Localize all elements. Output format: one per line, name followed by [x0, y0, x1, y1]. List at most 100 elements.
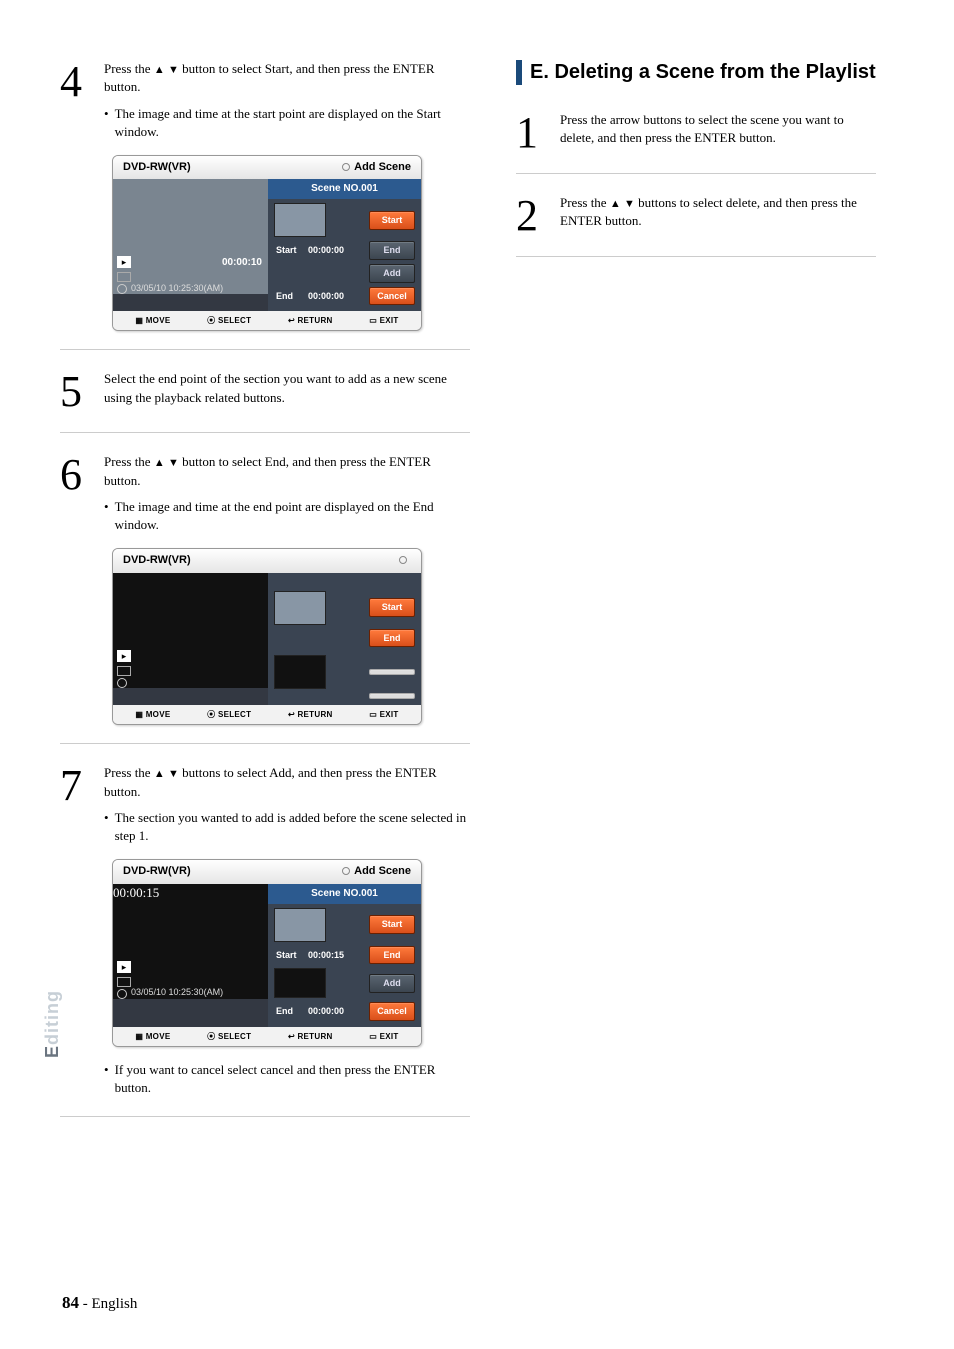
- start-button[interactable]: Start: [369, 211, 415, 230]
- start-time: 00:00:15: [308, 949, 350, 962]
- clock-icon: [117, 989, 127, 999]
- footer-return: ↩ RETURN: [288, 709, 333, 720]
- stop-icon: [117, 977, 131, 987]
- end-button[interactable]: End: [369, 629, 415, 648]
- start-button[interactable]: Start: [369, 598, 415, 617]
- preview-time: 00:00:15: [113, 884, 268, 902]
- ss-header-left: DVD-RW(VR): [123, 864, 191, 879]
- step7-bullet: The section you wanted to add is added b…: [104, 809, 470, 845]
- footer-return: ↩ RETURN: [288, 315, 333, 326]
- page-footer: 84 - English: [62, 1293, 137, 1313]
- stop-icon: [117, 666, 131, 676]
- section-heading: E. Deleting a Scene from the Playlist: [516, 60, 876, 85]
- ss-header-left: DVD-RW(VR): [123, 160, 191, 175]
- preview-time: 00:00:10: [222, 256, 262, 270]
- end-label: End: [274, 1005, 302, 1018]
- footer-exit: ▭ EXIT: [369, 709, 398, 720]
- footer-exit-label: EXIT: [380, 710, 399, 719]
- screenshot-add-scene-added: DVD-RW(VR) Add Scene ▸ 00:00:15 03/05/10…: [112, 859, 422, 1047]
- clock-icon: [117, 678, 127, 688]
- text-fragment: Press the: [104, 61, 154, 76]
- footer-exit: ▭ EXIT: [369, 1031, 398, 1042]
- step-number-2: 2: [516, 194, 546, 238]
- start-label: Start: [274, 949, 302, 962]
- footer-select-label: SELECT: [218, 710, 251, 719]
- screenshot-end-point: DVD-RW(VR) ▸: [112, 548, 422, 725]
- footer-move: ▦ MOVE: [135, 709, 170, 720]
- ss-header-left: DVD-RW(VR): [123, 553, 191, 568]
- arrow-down-icon: ▼: [624, 198, 635, 210]
- text-fragment: Press the: [560, 195, 610, 210]
- sidebar-first-letter: E: [42, 1045, 62, 1058]
- end-time: 00:00:00: [308, 1005, 350, 1018]
- step4-text: Press the ▲ ▼ button to select Start, an…: [104, 60, 470, 97]
- bullet-text: The section you wanted to add is added b…: [115, 809, 470, 845]
- stop-icon: [117, 272, 131, 282]
- arrow-up-icon: ▲: [154, 768, 165, 780]
- thumbnail-start: [274, 908, 326, 942]
- footer-select: ⦿ SELECT: [207, 315, 251, 326]
- preview-pane: ▸: [113, 573, 268, 688]
- step5-text: Select the end point of the section you …: [104, 370, 470, 414]
- ss-header-right-wrap: Add Scene: [342, 160, 411, 175]
- cancel-button[interactable]: Cancel: [369, 287, 415, 306]
- footer-select-label: SELECT: [218, 1032, 251, 1041]
- start-label: Start: [274, 244, 302, 257]
- preview-pane: ▸ 00:00:10 03/05/10 10:25:30(AM): [113, 179, 268, 294]
- step7-bullet2: If you want to cancel select cancel and …: [104, 1061, 470, 1097]
- start-button[interactable]: Start: [369, 915, 415, 934]
- footer-return-label: RETURN: [297, 316, 332, 325]
- play-icon: ▸: [117, 256, 131, 268]
- ss-header: DVD-RW(VR) Add Scene: [113, 156, 421, 179]
- footer-exit: ▭ EXIT: [369, 315, 398, 326]
- sidebar-section-label: Editing: [42, 990, 63, 1058]
- thumbnail-start: [274, 203, 326, 237]
- step-number-7: 7: [60, 764, 90, 1097]
- step6-bullet: The image and time at the end point are …: [104, 498, 470, 534]
- bullet-text: If you want to cancel select cancel and …: [115, 1061, 470, 1097]
- thumbnail-end: [274, 655, 326, 689]
- step-number-5: 5: [60, 370, 90, 414]
- add-button[interactable]: Add: [369, 974, 415, 993]
- ss-header: DVD-RW(VR) Add Scene: [113, 860, 421, 883]
- ss-footer: ▦ MOVE ⦿ SELECT ↩ RETURN ▭ EXIT: [113, 705, 421, 724]
- preview-date: 03/05/10 10:25:30(AM): [131, 282, 223, 295]
- scene-number: Scene NO.001: [268, 884, 421, 904]
- end-button[interactable]: End: [369, 946, 415, 965]
- end-button[interactable]: End: [369, 241, 415, 260]
- play-icon: ▸: [117, 650, 131, 662]
- arrow-up-icon: ▲: [154, 64, 165, 76]
- text-fragment: Press the: [104, 765, 154, 780]
- footer-exit-label: EXIT: [380, 316, 399, 325]
- add-button[interactable]: Add: [369, 264, 415, 283]
- arrow-up-icon: ▲: [610, 198, 621, 210]
- circle-icon: [342, 163, 350, 171]
- section-bar-icon: [516, 60, 522, 85]
- footer-move-label: MOVE: [146, 316, 171, 325]
- sidebar-rest: diting: [42, 990, 62, 1045]
- step-number-6: 6: [60, 453, 90, 725]
- step-1: 1 Press the arrow buttons to select the …: [516, 111, 876, 174]
- ss-header-right-wrap: [399, 553, 411, 568]
- bullet-text: The image and time at the start point ar…: [115, 105, 470, 141]
- step4-bullet: The image and time at the start point ar…: [104, 105, 470, 141]
- footer-language: English: [92, 1296, 138, 1312]
- placeholder-button: [369, 693, 415, 699]
- cancel-button[interactable]: Cancel: [369, 1002, 415, 1021]
- end-label: End: [274, 290, 302, 303]
- step6-text: Press the ▲ ▼ button to select End, and …: [104, 453, 470, 490]
- ss-footer: ▦ MOVE ⦿ SELECT ↩ RETURN ▭ EXIT: [113, 1027, 421, 1046]
- footer-dash: -: [79, 1296, 92, 1312]
- footer-move-label: MOVE: [146, 1032, 171, 1041]
- ss-header-right: Add Scene: [354, 161, 411, 173]
- arrow-down-icon: ▼: [168, 64, 179, 76]
- arrow-up-icon: ▲: [154, 457, 165, 469]
- step-number-4: 4: [60, 60, 90, 331]
- step-2: 2 Press the ▲ ▼ buttons to select delete…: [516, 194, 876, 257]
- footer-select-label: SELECT: [218, 316, 251, 325]
- footer-move: ▦ MOVE: [135, 315, 170, 326]
- arrow-down-icon: ▼: [168, 768, 179, 780]
- placeholder-button: [369, 669, 415, 675]
- ss-header-right: Add Scene: [354, 865, 411, 877]
- footer-return-label: RETURN: [297, 1032, 332, 1041]
